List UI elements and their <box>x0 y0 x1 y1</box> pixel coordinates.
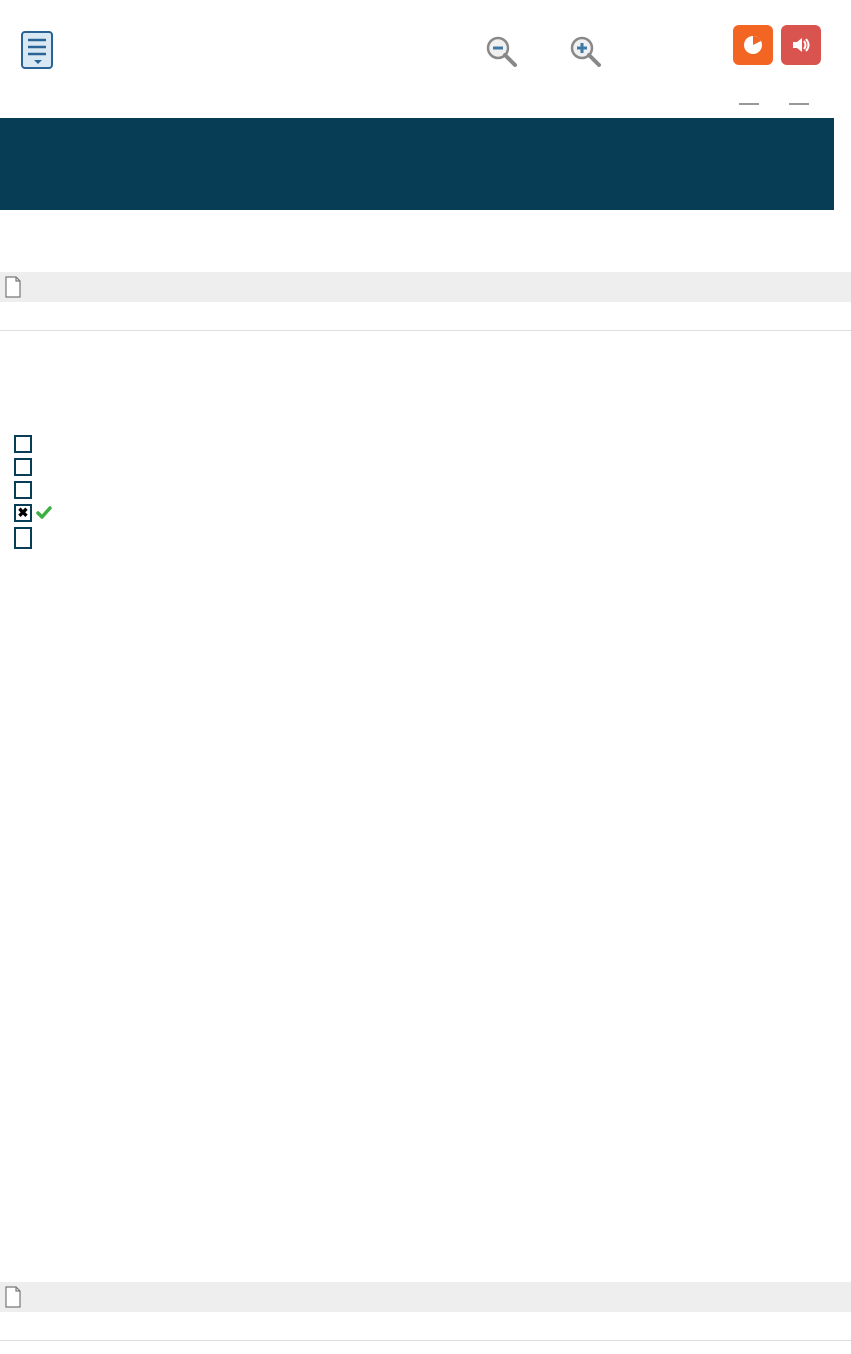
checkbox[interactable] <box>14 527 32 549</box>
answer-option <box>14 526 52 545</box>
page-icon <box>4 1286 22 1308</box>
toolbar <box>0 0 851 90</box>
toolbar-center <box>485 35 603 69</box>
checkbox[interactable] <box>14 481 32 499</box>
page-header-banner <box>0 118 834 210</box>
divider <box>0 1340 851 1341</box>
checkbox[interactable] <box>14 435 32 453</box>
answer-options-list <box>14 434 52 545</box>
divider <box>0 330 851 331</box>
answer-option <box>14 434 52 453</box>
list-menu-button[interactable] <box>20 30 56 70</box>
toolbar-right <box>733 25 821 65</box>
section-header <box>0 272 851 302</box>
underline-indicator <box>789 103 809 105</box>
audio-button[interactable] <box>781 25 821 65</box>
answer-option <box>14 480 52 499</box>
page-icon <box>4 276 22 298</box>
answer-option <box>14 457 52 476</box>
chart-button[interactable] <box>733 25 773 65</box>
correct-tick-icon <box>36 505 52 521</box>
zoom-out-button[interactable] <box>485 35 519 69</box>
underline-indicator <box>739 103 759 105</box>
answer-option <box>14 503 52 522</box>
section-header <box>0 1282 851 1312</box>
checkbox-checked[interactable] <box>14 504 32 522</box>
checkbox[interactable] <box>14 458 32 476</box>
zoom-in-button[interactable] <box>569 35 603 69</box>
toolbar-left <box>20 30 56 70</box>
